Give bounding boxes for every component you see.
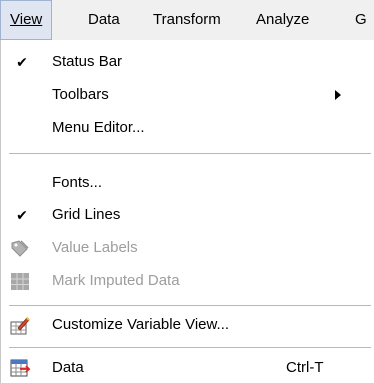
menu-item-grid-lines[interactable]: ✔ Grid Lines [1, 200, 374, 230]
menu-item-label: Menu Editor... [52, 119, 145, 136]
menu-item-fonts[interactable]: Fonts... [1, 168, 374, 198]
submenu-arrow-icon [335, 90, 341, 100]
menu-item-label: Fonts... [52, 174, 103, 191]
menu-item-mark-imputed-data[interactable]: Mark Imputed Data [1, 266, 374, 296]
grid-table-icon [11, 273, 29, 290]
menu-data[interactable]: Data [88, 0, 120, 40]
menu-separator [9, 347, 371, 349]
customize-view-icon [10, 317, 30, 335]
menu-analyze[interactable]: Analyze [256, 0, 309, 40]
menu-item-label: Data [52, 359, 84, 376]
view-menu-dropdown: ✔ Status Bar Toolbars Menu Editor... Fon… [0, 40, 374, 383]
value-labels-tag-icon [11, 240, 29, 257]
menu-graphs-label: G [355, 11, 367, 28]
checkmark-icon: ✔ [16, 54, 28, 70]
menu-item-label: Customize Variable View... [52, 316, 230, 333]
menu-view[interactable]: View [0, 0, 53, 40]
menu-separator [9, 153, 371, 155]
menu-item-value-labels[interactable]: Value Labels [1, 233, 374, 263]
menu-item-label: Toolbars [52, 86, 109, 103]
menu-item-label: Status Bar [52, 53, 123, 70]
menu-item-label: Mark Imputed Data [52, 272, 180, 289]
menu-view-label: View [10, 11, 43, 28]
menu-item-customize-variable-view[interactable]: Customize Variable View... [1, 310, 374, 340]
shortcut-label: Ctrl-T [286, 359, 324, 376]
menu-bar: View Data Transform Analyze G [0, 0, 374, 40]
menu-transform-label: Transform [153, 11, 221, 28]
menu-separator [9, 305, 371, 307]
data-view-icon [10, 359, 30, 377]
menu-item-label: Grid Lines [52, 206, 121, 223]
menu-item-label: Value Labels [52, 239, 138, 256]
menu-analyze-label: Analyze [256, 11, 310, 28]
menu-item-data[interactable]: Data Ctrl-T [1, 353, 374, 383]
menu-graphs[interactable]: G [355, 0, 367, 40]
checkmark-icon: ✔ [16, 207, 28, 223]
menu-transform[interactable]: Transform [153, 0, 221, 40]
menu-item-status-bar[interactable]: ✔ Status Bar [1, 47, 374, 77]
menu-item-toolbars[interactable]: Toolbars [1, 80, 374, 110]
menu-data-label: Data [88, 11, 120, 28]
menu-item-menu-editor[interactable]: Menu Editor... [1, 113, 374, 143]
